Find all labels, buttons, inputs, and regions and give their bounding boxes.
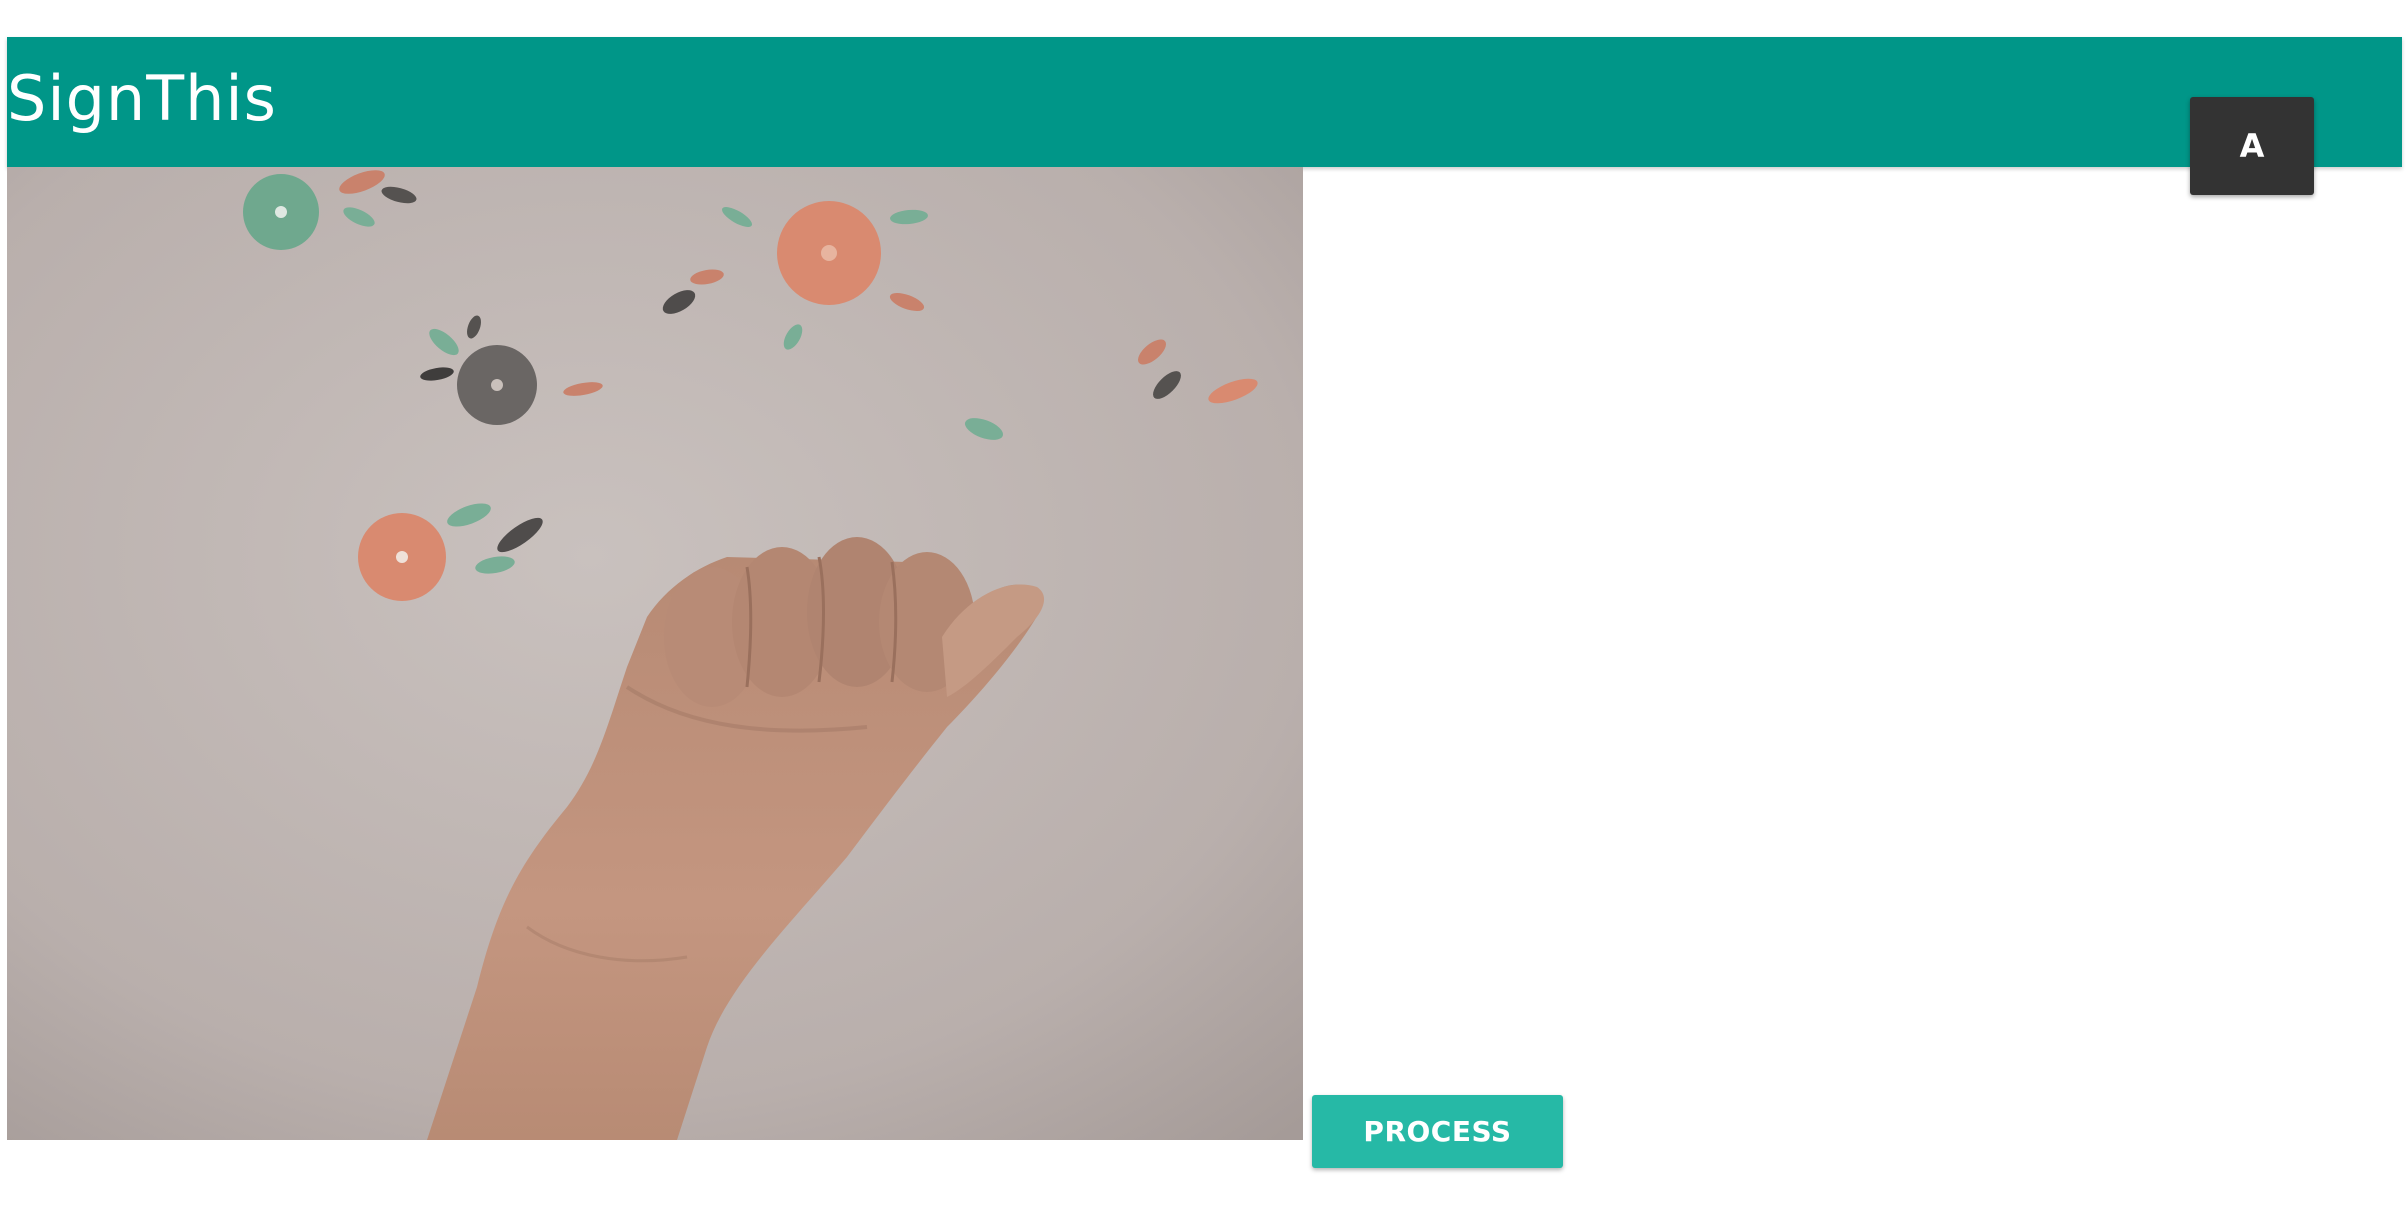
camera-feed [7,167,1303,1140]
app-title: SignThis [7,62,277,135]
camera-frame-image [7,167,1303,1140]
predicted-letter-badge[interactable]: A [2190,97,2314,195]
app-bar: SignThis [7,37,2402,167]
process-button[interactable]: PROCESS [1312,1095,1563,1168]
